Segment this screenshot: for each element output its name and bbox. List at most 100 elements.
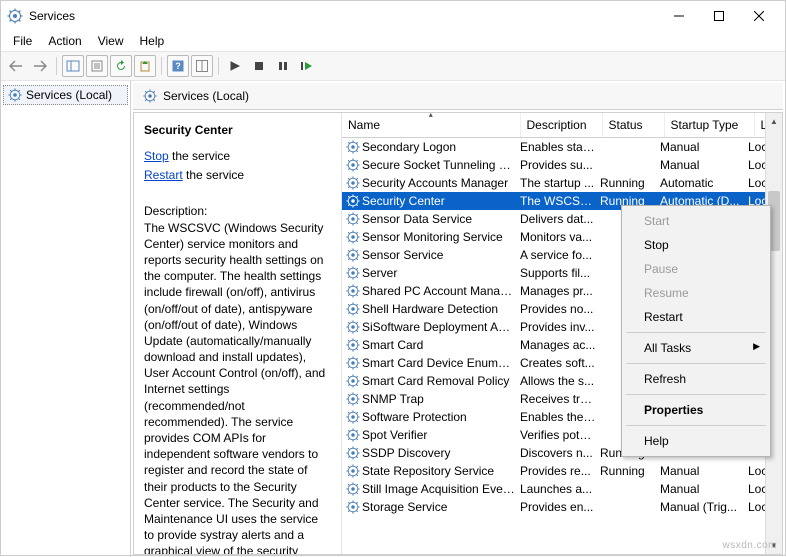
cell-startup: Automatic (660, 176, 748, 190)
cell-startup: Manual (Trig... (660, 500, 748, 514)
cell-description: A service fo... (520, 248, 600, 262)
cell-name: SiSoftware Deployment Age... (362, 320, 520, 334)
context-properties[interactable]: Properties (624, 398, 768, 422)
gear-icon (344, 428, 362, 442)
cell-description: Provides no... (520, 302, 600, 316)
table-row[interactable]: Security Accounts ManagerThe startup ...… (342, 174, 782, 192)
gear-icon (344, 500, 362, 514)
gear-icon (344, 212, 362, 226)
gear-icon (344, 392, 362, 406)
restart-service-link[interactable]: Restart (144, 168, 183, 182)
scroll-up-icon[interactable]: ▲ (766, 113, 782, 130)
svg-text:?: ? (175, 61, 181, 71)
cell-name: Shared PC Account Manager (362, 284, 520, 298)
cell-name: Storage Service (362, 500, 520, 514)
pause-service-button[interactable] (272, 55, 294, 77)
detail-service-name: Security Center (144, 123, 331, 137)
gear-icon (143, 89, 157, 103)
gear-icon (344, 464, 362, 478)
gear-icon (344, 320, 362, 334)
context-refresh[interactable]: Refresh (624, 367, 768, 391)
help2-button[interactable] (191, 55, 213, 77)
cell-description: Creates soft... (520, 356, 600, 370)
table-row[interactable]: Still Image Acquisition EventsLaunches a… (342, 480, 782, 498)
restart-service-button[interactable] (296, 55, 318, 77)
context-restart[interactable]: Restart (624, 305, 768, 329)
back-button[interactable] (5, 55, 27, 77)
gear-icon (344, 248, 362, 262)
menu-bar: File Action View Help (1, 31, 785, 51)
cell-name: Sensor Data Service (362, 212, 520, 226)
window-title: Services (29, 9, 659, 23)
cell-description: Allows the s... (520, 374, 600, 388)
properties-button[interactable] (86, 55, 108, 77)
refresh-button[interactable] (110, 55, 132, 77)
help-button[interactable]: ? (167, 55, 189, 77)
gear-icon (344, 194, 362, 208)
stop-service-link[interactable]: Stop (144, 149, 169, 163)
description-text: The WSCSVC (Windows Security Center) ser… (144, 220, 331, 554)
show-hide-tree-button[interactable] (62, 55, 84, 77)
stop-service-button[interactable] (248, 55, 270, 77)
context-help[interactable]: Help (624, 429, 768, 453)
menu-help[interactable]: Help (132, 32, 173, 50)
menu-view[interactable]: View (90, 32, 132, 50)
tree-item-services-local[interactable]: Services (Local) (3, 85, 128, 105)
column-name[interactable]: Name (342, 113, 520, 138)
cell-description: Discovers n... (520, 446, 600, 460)
cell-name: Sensor Service (362, 248, 520, 262)
cell-startup: Manual (660, 482, 748, 496)
cell-name: Smart Card Removal Policy (362, 374, 520, 388)
cell-description: Provides inv... (520, 320, 600, 334)
column-description[interactable]: Description (520, 113, 602, 138)
cell-description: Delivers dat... (520, 212, 600, 226)
gear-icon (344, 158, 362, 172)
cell-name: SNMP Trap (362, 392, 520, 406)
cell-description: Enables the ... (520, 410, 600, 424)
gear-icon (8, 88, 22, 102)
cell-description: The WSCSV... (520, 194, 600, 208)
cell-description: Supports fil... (520, 266, 600, 280)
cell-description: Manages pr... (520, 284, 600, 298)
export-list-button[interactable] (134, 55, 156, 77)
cell-name: Still Image Acquisition Events (362, 482, 520, 496)
start-service-button[interactable] (224, 55, 246, 77)
context-stop[interactable]: Stop (624, 233, 768, 257)
context-menu: Start Stop Pause Resume Restart All Task… (621, 205, 771, 457)
maximize-button[interactable] (699, 2, 739, 30)
menu-file[interactable]: File (5, 32, 40, 50)
cell-description: Launches a... (520, 482, 600, 496)
toolbar: ? (1, 51, 785, 81)
gear-icon (344, 140, 362, 154)
cell-name: Secure Socket Tunneling Pr... (362, 158, 520, 172)
context-pause: Pause (624, 257, 768, 281)
watermark: wsxdn.com (722, 540, 777, 551)
context-start: Start (624, 209, 768, 233)
context-all-tasks[interactable]: All Tasks▶ (624, 336, 768, 360)
context-resume: Resume (624, 281, 768, 305)
cell-description: Manages ac... (520, 338, 600, 352)
table-row[interactable]: Storage ServiceProvides en...Manual (Tri… (342, 498, 782, 516)
cell-description: Enables star... (520, 140, 600, 154)
cell-name: Smart Card Device Enumera... (362, 356, 520, 370)
cell-startup: Manual (660, 464, 748, 478)
cell-description: Provides su... (520, 158, 600, 172)
close-button[interactable] (739, 2, 779, 30)
minimize-button[interactable] (659, 2, 699, 30)
forward-button[interactable] (29, 55, 51, 77)
column-status[interactable]: Status (602, 113, 664, 138)
gear-icon (344, 446, 362, 460)
cell-description: Provides re... (520, 464, 600, 478)
gear-icon (344, 266, 362, 280)
cell-status: Running (600, 176, 660, 190)
panel-header-title: Services (Local) (163, 89, 249, 103)
table-row[interactable]: State Repository ServiceProvides re...Ru… (342, 462, 782, 480)
cell-name: State Repository Service (362, 464, 520, 478)
column-startup[interactable]: Startup Type (664, 113, 754, 138)
menu-action[interactable]: Action (40, 32, 89, 50)
table-row[interactable]: Secure Socket Tunneling Pr...Provides su… (342, 156, 782, 174)
cell-description: Monitors va... (520, 230, 600, 244)
gear-icon (344, 302, 362, 316)
table-row[interactable]: Secondary LogonEnables star...ManualLoc (342, 138, 782, 156)
description-label: Description: (144, 203, 331, 219)
